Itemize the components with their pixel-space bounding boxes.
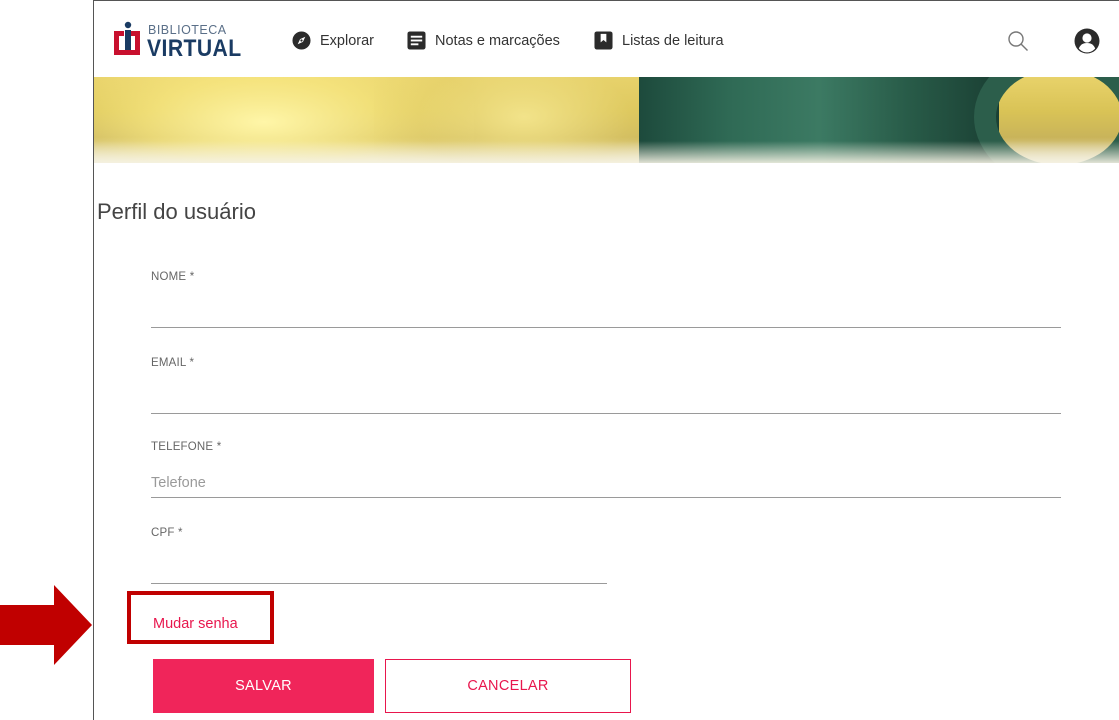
nome-field: NOME *: [151, 271, 1061, 331]
nav-item-notas-e-marcacoes[interactable]: Notas e marcações: [407, 31, 560, 50]
email-input[interactable]: [151, 389, 1061, 409]
cpf-input[interactable]: [151, 559, 607, 579]
email-field: EMAIL *: [151, 357, 1061, 417]
telefone-underline: [151, 497, 1061, 498]
note-icon: [407, 31, 426, 50]
logo-text-bottom: VIRTUAL: [147, 35, 242, 62]
search-button[interactable]: [1007, 30, 1029, 57]
nav-label: Listas de leitura: [622, 32, 724, 49]
telefone-field: TELEFONE *: [151, 441, 1061, 501]
app-window: BIBLIOTECA VIRTUAL Explorar Notas e marc…: [93, 0, 1119, 720]
telefone-input[interactable]: [151, 473, 1061, 493]
email-label: EMAIL *: [151, 357, 195, 369]
cancel-button[interactable]: CANCELAR: [385, 659, 631, 713]
bookmark-icon: [594, 31, 613, 50]
telefone-label: TELEFONE *: [151, 441, 222, 453]
nome-label: NOME *: [151, 271, 195, 283]
nav-item-explorar[interactable]: Explorar: [292, 31, 374, 50]
change-password-link[interactable]: Mudar senha: [153, 616, 238, 632]
cpf-field: CPF *: [151, 527, 607, 587]
biblioteca-virtual-logo[interactable]: BIBLIOTECA VIRTUAL: [112, 15, 241, 63]
compass-icon: [292, 31, 311, 50]
red-arrow-annotation: [0, 585, 92, 665]
nav-item-listas-de-leitura[interactable]: Listas de leitura: [594, 31, 724, 50]
top-navbar: BIBLIOTECA VIRTUAL Explorar Notas e marc…: [94, 1, 1119, 77]
user-avatar-icon: [1074, 28, 1100, 54]
cpf-label: CPF *: [151, 527, 183, 539]
save-button[interactable]: SALVAR: [153, 659, 374, 713]
email-underline: [151, 413, 1061, 414]
page-title: Perfil do usuário: [97, 199, 256, 224]
cpf-underline: [151, 583, 607, 584]
nav-label: Notas e marcações: [435, 32, 560, 49]
nome-underline: [151, 327, 1061, 328]
header-banner-image: [94, 77, 1119, 163]
account-button[interactable]: [1074, 28, 1100, 59]
search-icon: [1008, 31, 1028, 51]
nome-input[interactable]: [151, 303, 1061, 323]
logo-mark-icon: [114, 21, 140, 55]
change-password-highlight-box: Mudar senha: [127, 591, 274, 644]
nav-label: Explorar: [320, 32, 374, 49]
